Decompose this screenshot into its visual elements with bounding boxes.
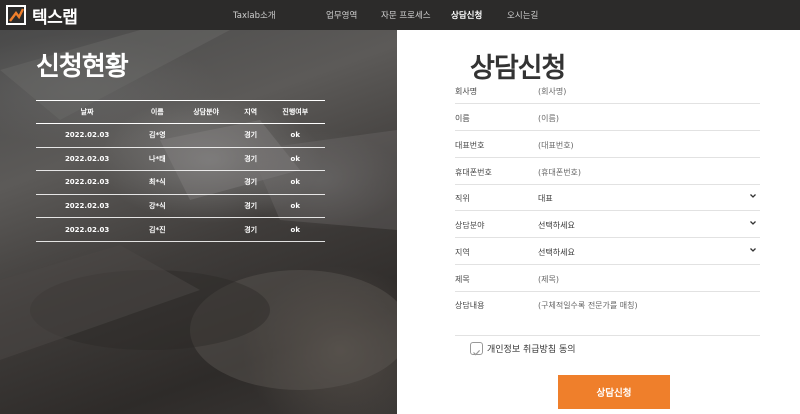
brand-name: 텍스랩 [32,7,78,28]
privacy-agree-checkbox[interactable] [470,342,483,356]
column-header-progress: 진행여부 [265,100,325,124]
table-cell: ok [265,147,325,172]
content-label: 상담내용 [455,301,485,310]
region-row: 지역 선택하세요 [455,238,760,265]
consultation-field-label: 상담분야 [455,221,485,230]
column-header-field: 상담분야 [176,100,236,124]
logo[interactable]: 텍스랩 [6,3,78,28]
name-row: 이름 (이름) [455,104,760,131]
column-header-date: 날짜 [36,100,139,124]
main-phone-label: 대표번호 [455,141,485,150]
logo-mark-icon [6,5,26,25]
table-row: 2022.02.03 최*식 경기 ok [36,170,325,195]
nav-item-business-area[interactable]: 업무영역 [326,9,357,21]
content-row: 상담내용 (구체적일수록 전문가를 매칭) [455,291,760,336]
status-panel: 신청현황 날짜 이름 상담분야 지역 진행여부 2022.02.03 김*영 경… [0,30,397,414]
table-cell [176,170,236,195]
table-cell: ok [265,194,325,219]
table-cell: 2022.02.03 [36,194,139,219]
main-phone-input[interactable]: (대표번호) [538,140,574,151]
chevron-down-icon[interactable] [749,219,757,227]
nav-item-taxlab-intro[interactable]: Taxlab소개 [233,9,276,21]
subject-input[interactable]: (제목) [538,274,559,285]
column-header-name: 이름 [138,100,177,124]
table-cell: 2022.02.03 [36,170,139,195]
table-row: 2022.02.03 나*태 경기 ok [36,147,325,172]
table-cell [176,147,236,172]
mobile-phone-row: 휴대폰번호 (휴대폰번호) [455,158,760,185]
table-row: 2022.02.03 김*진 경기 ok [36,217,325,242]
nav-item-consultation[interactable]: 상담신청 [451,9,482,21]
privacy-agree-label: 개인정보 취급방침 동의 [487,345,576,355]
position-select[interactable]: 대표 [538,193,553,204]
region-label: 지역 [455,248,470,257]
table-cell: ok [265,170,325,195]
table-cell: 최*식 [138,170,177,195]
name-label: 이름 [455,114,470,123]
consultation-form-panel: 상담신청 회사명 (회사명) 이름 (이름) 대표번호 (대표번호) 휴대폰번호… [397,30,800,414]
subject-label: 제목 [455,275,470,284]
table-cell: 경기 [235,170,266,195]
submit-consultation-button[interactable]: 상담신청 [558,375,670,409]
table-cell [176,217,236,242]
table-cell [176,194,236,219]
chevron-down-icon[interactable] [749,192,757,200]
region-select[interactable]: 선택하세요 [538,247,575,258]
main-phone-row: 대표번호 (대표번호) [455,131,760,158]
consultation-field-row: 상담분야 선택하세요 [455,211,760,238]
table-cell: 김*영 [138,123,177,148]
table-cell: 강*식 [138,194,177,219]
privacy-agree[interactable]: 개인정보 취급방침 동의 [470,342,576,356]
nav-item-advisory-process[interactable]: 자문 프로세스 [381,9,431,21]
subject-row: 제목 (제목) [455,265,760,292]
content-textarea[interactable]: (구체적일수록 전문가를 매칭) [538,300,638,311]
name-input[interactable]: (이름) [538,113,559,124]
table-cell: 김*진 [138,217,177,242]
check-icon [473,349,481,356]
table-cell: 경기 [235,123,266,148]
status-table: 날짜 이름 상담분야 지역 진행여부 2022.02.03 김*영 경기 ok … [36,100,325,242]
column-header-region: 지역 [235,100,266,124]
table-cell: 경기 [235,147,266,172]
table-cell [176,123,236,148]
position-label: 직위 [455,194,470,203]
table-cell: ok [265,123,325,148]
top-navigation-bar: 텍스랩 Taxlab소개 업무영역 자문 프로세스 상담신청 오시는길 [0,0,800,30]
table-cell: 2022.02.03 [36,123,139,148]
table-cell: ok [265,217,325,242]
table-cell: 경기 [235,217,266,242]
company-name-row: 회사명 (회사명) [455,77,760,104]
table-cell: 2022.02.03 [36,217,139,242]
company-name-label: 회사명 [455,87,478,96]
chevron-down-icon[interactable] [749,246,757,254]
position-row: 직위 대표 [455,184,760,211]
company-name-input[interactable]: (회사명) [538,86,566,97]
mobile-phone-label: 휴대폰번호 [455,168,492,177]
mobile-phone-input[interactable]: (휴대폰번호) [538,167,581,178]
status-table-header: 날짜 이름 상담분야 지역 진행여부 [36,100,325,124]
table-cell: 나*태 [138,147,177,172]
table-cell: 2022.02.03 [36,147,139,172]
table-row: 2022.02.03 김*영 경기 ok [36,123,325,148]
table-cell: 경기 [235,194,266,219]
consultation-field-select[interactable]: 선택하세요 [538,220,575,231]
nav-item-directions[interactable]: 오시는길 [507,9,538,21]
table-row: 2022.02.03 강*식 경기 ok [36,194,325,219]
status-title: 신청현황 [36,52,129,82]
